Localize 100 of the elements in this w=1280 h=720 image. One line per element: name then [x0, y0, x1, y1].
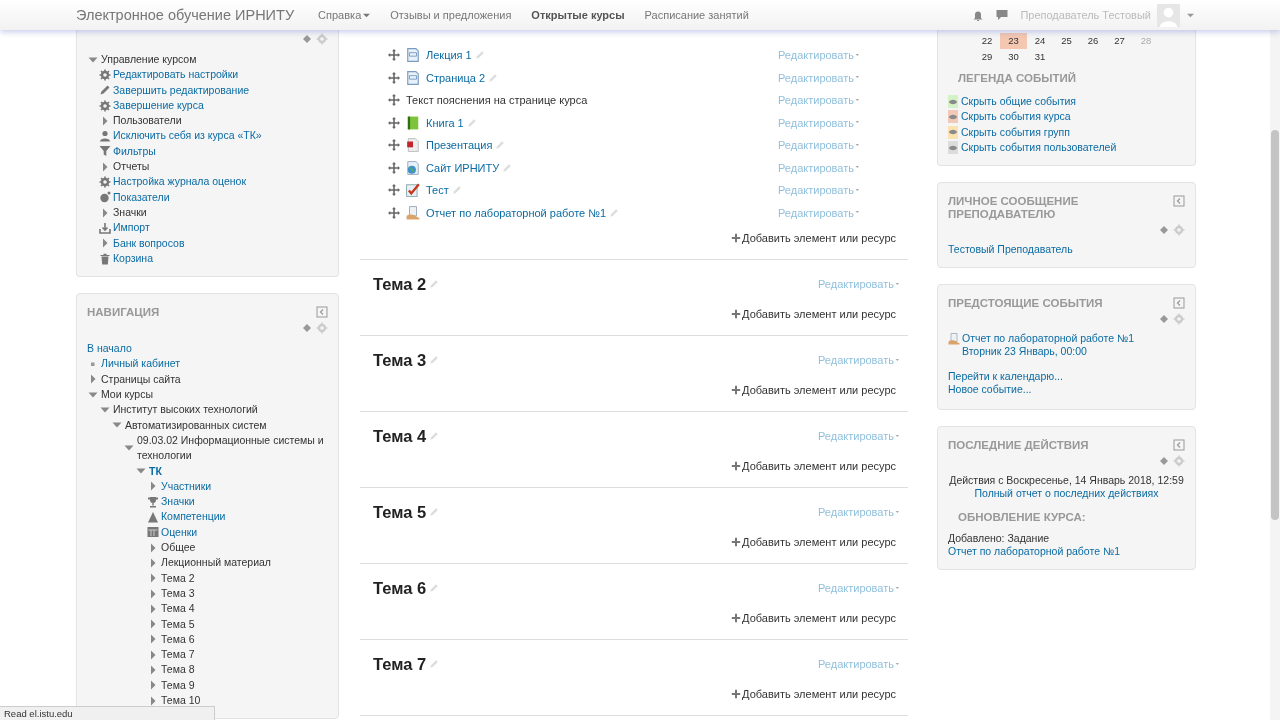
tree-item[interactable]: Институт высоких технологий — [113, 402, 258, 418]
tree-item[interactable]: Тема 7 — [161, 647, 195, 663]
move-icon[interactable] — [388, 161, 400, 174]
tree-item[interactable]: Редактировать настройки — [113, 67, 239, 83]
tree-item[interactable]: Пользователи — [113, 113, 182, 129]
event-link[interactable]: Отчет по лабораторной работе №1 — [962, 331, 1135, 346]
tree-item[interactable]: Тема 6 — [161, 631, 195, 648]
legend-link[interactable]: Скрыть события курса — [961, 109, 1071, 125]
tree-item[interactable]: Общее — [161, 540, 196, 556]
tree-item[interactable]: Импорт — [113, 220, 150, 236]
tree-item[interactable]: Завершение курса — [113, 97, 204, 114]
menu-item[interactable]: Справка — [308, 9, 381, 21]
chat-icon[interactable] — [996, 9, 1009, 21]
tree-item[interactable]: Тема 10 — [161, 693, 201, 709]
legend-link[interactable]: Скрыть события групп — [961, 124, 1070, 140]
calendar-day[interactable]: 29 — [973, 49, 1001, 65]
collapse-icon[interactable] — [1173, 438, 1185, 451]
collapse-icon[interactable] — [316, 306, 328, 319]
tree-item[interactable]: В начало — [87, 341, 132, 357]
tree-item[interactable]: Оценки — [161, 524, 198, 540]
tree-item[interactable]: Тема 4 — [161, 601, 195, 617]
dock-icon[interactable] — [1158, 224, 1170, 237]
tree-item[interactable]: Управление курсом — [101, 52, 197, 68]
dock-icon[interactable] — [1158, 312, 1170, 325]
tree-item[interactable]: Участники — [161, 478, 212, 495]
legend-link[interactable]: Скрыть события пользователей — [961, 139, 1117, 156]
bell-icon[interactable] — [972, 9, 985, 21]
activity-link[interactable]: Отчет по лабораторной работе №1 — [426, 206, 607, 219]
tree-item[interactable]: Отчеты — [113, 159, 150, 175]
tree-item[interactable]: Лекционный материал — [161, 555, 271, 571]
calendar-day[interactable]: 30 — [1000, 49, 1027, 65]
tree-item[interactable]: Значки — [161, 494, 195, 510]
tree-item[interactable]: Страницы сайта — [101, 371, 181, 388]
tree-item[interactable]: Тема 8 — [161, 662, 195, 678]
site-brand[interactable]: Электронное обучение ИРНИТУ — [76, 7, 295, 23]
add-activity-link[interactable]: Добавить элемент или ресурс — [731, 536, 896, 548]
settings-icon[interactable] — [1173, 454, 1185, 467]
move-icon[interactable] — [388, 49, 400, 62]
tree-item[interactable]: Компетенции — [161, 509, 226, 525]
tree-item[interactable]: Мои курсы — [101, 387, 153, 403]
tree-item[interactable]: ТК — [149, 463, 162, 479]
add-activity-link[interactable]: Добавить элемент или ресурс — [731, 460, 896, 472]
move-icon[interactable] — [388, 206, 400, 219]
add-activity-link[interactable]: Добавить элемент или ресурс — [731, 232, 896, 244]
collapse-icon[interactable] — [1173, 195, 1185, 208]
menu-item[interactable]: Открытые курсы — [521, 9, 635, 21]
scrollbar-thumb[interactable] — [1271, 130, 1279, 520]
tree-item[interactable]: Тема 5 — [161, 616, 195, 632]
calendar-link[interactable]: Перейти к календарю... — [948, 369, 1185, 384]
dock-icon[interactable] — [301, 322, 313, 335]
calendar-day[interactable]: 25 — [1053, 33, 1080, 49]
move-icon[interactable] — [388, 184, 400, 197]
move-icon[interactable] — [388, 71, 400, 84]
activity-link[interactable]: Тест — [426, 184, 449, 197]
settings-icon[interactable] — [1173, 224, 1185, 237]
assignment-link[interactable]: Отчет по лабораторной работе №1 — [948, 545, 1185, 559]
tree-item[interactable]: Тема 2 — [161, 570, 195, 586]
calendar-day[interactable]: 23 — [1000, 33, 1027, 49]
calendar-day[interactable]: 27 — [1106, 33, 1133, 49]
move-icon[interactable] — [388, 94, 400, 107]
activity-link[interactable]: Страница 2 — [426, 71, 486, 84]
activity-link[interactable]: Презентация — [426, 139, 493, 152]
dock-icon[interactable] — [301, 33, 313, 45]
tree-item[interactable]: Завершить редактирование — [113, 82, 250, 98]
full-report-link[interactable]: Полный отчет о последних действиях — [974, 487, 1159, 500]
move-icon[interactable] — [388, 139, 400, 152]
settings-icon[interactable] — [316, 322, 328, 335]
calendar-day[interactable]: 31 — [1026, 49, 1054, 65]
tree-item[interactable]: Автоматизированных систем — [125, 417, 267, 433]
tree-item[interactable]: Показатели — [113, 189, 170, 205]
calendar-link[interactable]: Новое событие... — [948, 383, 1185, 397]
caret-icon[interactable] — [1187, 11, 1194, 19]
tree-item[interactable]: Исключить себя из курса «ТК» — [113, 128, 262, 144]
tree-item[interactable]: Тема 9 — [161, 677, 195, 693]
tree-item[interactable]: Настройка журнала оценок — [113, 174, 247, 190]
activity-link[interactable]: Книга 1 — [426, 116, 464, 129]
event-date[interactable]: Вторник 23 Январь, 00:00 — [962, 345, 1135, 359]
collapse-icon[interactable] — [1173, 296, 1185, 309]
tree-item[interactable]: Тема 3 — [161, 585, 195, 602]
activity-link[interactable]: Сайт ИРНИТУ — [426, 161, 500, 174]
calendar-day[interactable]: 24 — [1026, 33, 1054, 49]
add-activity-link[interactable]: Добавить элемент или ресурс — [731, 308, 896, 320]
add-activity-link[interactable]: Добавить элемент или ресурс — [731, 612, 896, 624]
tree-item[interactable]: Личный кабинет — [101, 356, 180, 372]
calendar-day[interactable]: 22 — [973, 33, 1001, 49]
tree-item[interactable]: Значки — [113, 204, 147, 221]
tree-item[interactable]: Корзина — [113, 250, 153, 267]
tree-item[interactable]: Фильтры — [113, 143, 156, 160]
settings-icon[interactable] — [316, 33, 328, 45]
tree-item[interactable]: 09.03.02 Информационные системы и технологии — [137, 432, 328, 464]
add-activity-link[interactable]: Добавить элемент или ресурс — [731, 688, 896, 700]
settings-icon[interactable] — [1173, 312, 1185, 325]
dock-icon[interactable] — [1158, 454, 1170, 467]
menu-item[interactable]: Отзывы и предложения — [380, 9, 522, 21]
menu-item[interactable]: Расписание занятий — [634, 9, 759, 21]
tree-item[interactable]: Банк вопросов — [113, 235, 185, 251]
calendar-day[interactable]: 26 — [1079, 33, 1107, 49]
activity-link[interactable]: Лекция 1 — [426, 49, 472, 62]
teacher-link[interactable]: Тестовый Преподаватель — [948, 243, 1185, 257]
add-activity-link[interactable]: Добавить элемент или ресурс — [731, 384, 896, 396]
